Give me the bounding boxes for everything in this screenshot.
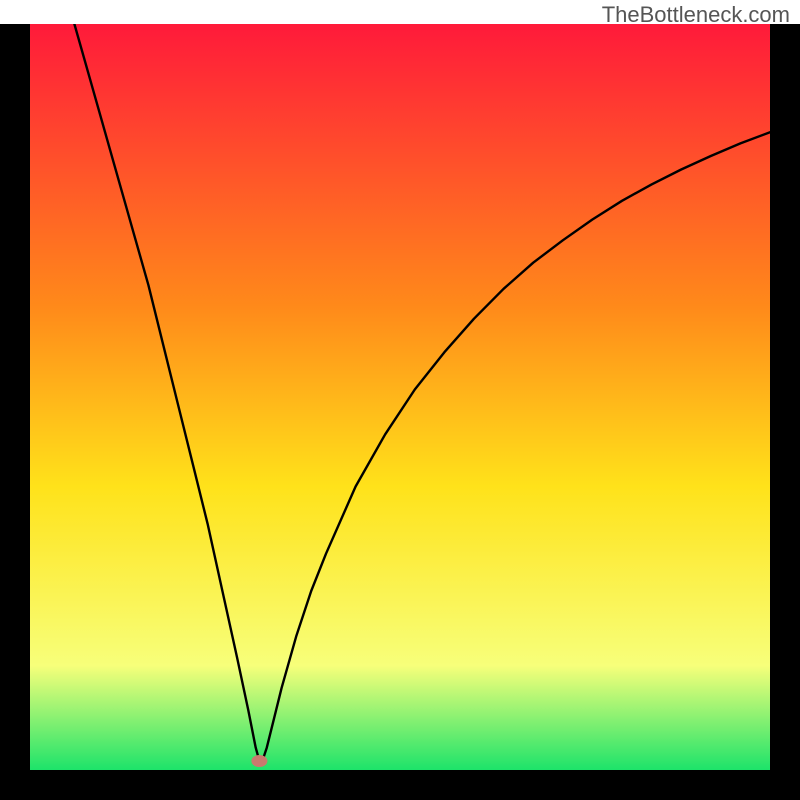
optimal-point-marker <box>251 755 267 767</box>
watermark-label: TheBottleneck.com <box>602 2 790 28</box>
chart-background <box>30 24 770 770</box>
bottleneck-chart <box>0 24 800 800</box>
chart-svg <box>0 24 800 800</box>
